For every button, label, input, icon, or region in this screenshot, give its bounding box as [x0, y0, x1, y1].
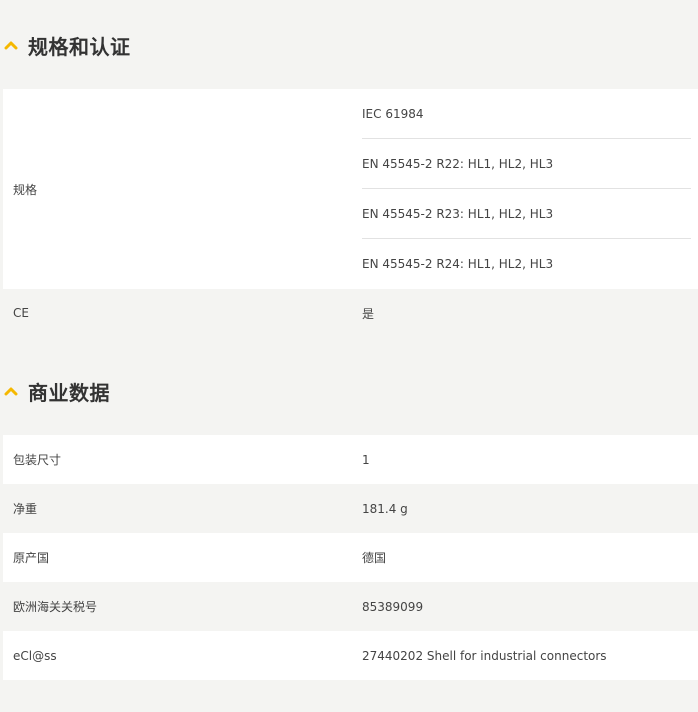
- standard-value: EN 45545-2 R22: HL1, HL2, HL3: [362, 139, 691, 189]
- row-value: 德国: [362, 551, 387, 565]
- row-value: 85389099: [362, 599, 424, 614]
- section-header-commercial[interactable]: 商业数据: [0, 376, 110, 406]
- table-row: 净重 181.4 g: [3, 484, 698, 533]
- commercial-table: 包装尺寸 1 净重 181.4 g 原产国 德国 欧洲海关关税号 8538909…: [3, 435, 698, 680]
- specs-table: 规格 IEC 61984 EN 45545-2 R22: HL1, HL2, H…: [3, 89, 698, 337]
- row-values: IEC 61984 EN 45545-2 R22: HL1, HL2, HL3 …: [349, 89, 698, 289]
- standard-value: IEC 61984: [362, 89, 691, 139]
- chevron-up-icon[interactable]: [4, 38, 18, 52]
- row-label: 欧洲海关关税号: [13, 600, 98, 614]
- row-label: eCl@ss: [13, 648, 57, 663]
- row-label: 原产国: [13, 551, 50, 565]
- section-title: 商业数据: [28, 380, 110, 405]
- row-label: 包装尺寸: [13, 453, 62, 467]
- chevron-up-icon[interactable]: [4, 384, 18, 398]
- table-row: 原产国 德国: [3, 533, 698, 582]
- table-row: eCl@ss 27440202 Shell for industrial con…: [3, 631, 698, 680]
- row-label: 规格: [13, 182, 38, 197]
- section-title: 规格和认证: [28, 34, 131, 59]
- row-value: 1: [362, 452, 370, 467]
- table-row: 规格 IEC 61984 EN 45545-2 R22: HL1, HL2, H…: [3, 89, 698, 289]
- standard-value: EN 45545-2 R23: HL1, HL2, HL3: [362, 189, 691, 239]
- table-row: CE 是: [3, 289, 698, 337]
- table-row: 包装尺寸 1: [3, 435, 698, 484]
- table-row: 欧洲海关关税号 85389099: [3, 582, 698, 631]
- row-value: 27440202 Shell for industrial connectors: [362, 648, 607, 663]
- row-value: 是: [362, 306, 375, 321]
- standard-value: EN 45545-2 R24: HL1, HL2, HL3: [362, 257, 554, 271]
- row-label: 净重: [13, 502, 38, 516]
- section-header-specs[interactable]: 规格和认证: [0, 30, 131, 60]
- row-label: CE: [13, 306, 29, 320]
- row-value: 181.4 g: [362, 501, 408, 516]
